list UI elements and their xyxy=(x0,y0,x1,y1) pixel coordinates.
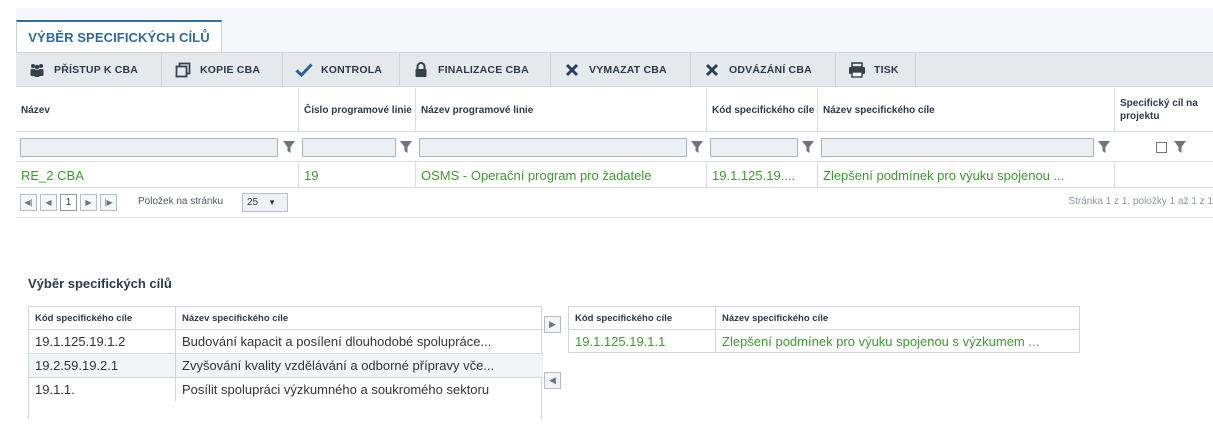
pager: ◀​| ◀ 1 ▶ |▶ Položek na stránku 25 ▼ Str… xyxy=(16,188,1213,218)
pager-info: Stránka 1 z 1, položky 1 až 1 z 1 xyxy=(1068,196,1213,207)
filter-nazev-cile-input[interactable] xyxy=(821,138,1094,157)
available-cell-kod[interactable]: 19.1.1. xyxy=(29,378,175,401)
lock-icon xyxy=(412,61,430,79)
column-header-na-projektu[interactable]: Specifický cíl na projektu xyxy=(1114,88,1213,132)
tab-label: VÝBĚR SPECIFICKÝCH CÍLŮ xyxy=(28,29,210,45)
filter-cislo-input[interactable] xyxy=(302,138,396,157)
kopie-cba-button[interactable]: KOPIE CBA xyxy=(162,53,283,87)
filter-funnel-icon[interactable] xyxy=(1098,140,1110,154)
grid-header: Název Číslo programové linie Název progr… xyxy=(16,88,1213,132)
available-goals-table: Kód specifického cíle Název specifického… xyxy=(28,306,543,419)
available-header-nazev[interactable]: Název specifického cíle xyxy=(175,307,543,329)
cell-kod[interactable]: 19.1.125.19.... xyxy=(706,162,817,188)
finalizace-cba-label: FINALIZACE CBA xyxy=(438,64,529,76)
next-page-icon[interactable]: ▶ xyxy=(80,194,97,211)
pristup-k-cba-label: PŘÍSTUP K CBA xyxy=(54,64,139,76)
cell-na-projektu xyxy=(1114,162,1213,188)
per-page-select[interactable]: 25 ▼ xyxy=(242,193,288,212)
cell-cislo[interactable]: 19 xyxy=(298,162,415,188)
cell-nazev[interactable]: RE_2 CBA xyxy=(16,162,298,188)
available-cell-kod[interactable]: 19.1.125.19.1.2 xyxy=(29,330,175,353)
filter-checkbox[interactable] xyxy=(1156,142,1167,153)
filter-nazev-input[interactable] xyxy=(20,138,278,157)
cell-nazev-cile[interactable]: Zlepšení podmínek pro výuku spojenou ... xyxy=(817,162,1114,188)
table-row[interactable]: 19.1.125.19.1.1 Zlepšení podmínek pro vý… xyxy=(569,329,1079,353)
kontrola-label: KONTROLA xyxy=(321,64,383,76)
available-cell-nazev[interactable]: Zvyšování kvality vzdělávání a odborné p… xyxy=(175,354,543,377)
cell-nazev-linie[interactable]: OSMS - Operační program pro žadatele xyxy=(415,162,706,188)
unlink-icon xyxy=(703,61,721,79)
chevron-down-icon: ▼ xyxy=(268,198,277,207)
table-row[interactable]: RE_2 CBA 19 OSMS - Operační program pro … xyxy=(16,162,1213,188)
toolbar: PŘÍSTUP K CBA KOPIE CBA KONTROLA FINALIZ… xyxy=(16,53,1213,87)
first-page-icon[interactable]: ◀​| xyxy=(20,194,37,211)
table-row[interactable]: 19.1.1. Posílit spolupráci výzkumného a … xyxy=(29,377,543,401)
filter-nazev-linie-input[interactable] xyxy=(419,138,687,157)
selected-header-nazev[interactable]: Název specifického cíle xyxy=(715,307,1081,329)
pristup-k-cba-button[interactable]: PŘÍSTUP K CBA xyxy=(16,53,162,87)
kopie-cba-label: KOPIE CBA xyxy=(200,64,261,76)
filter-funnel-icon[interactable] xyxy=(283,140,295,154)
kontrola-button[interactable]: KONTROLA xyxy=(283,53,400,87)
move-left-icon[interactable]: ◀ xyxy=(544,372,561,389)
people-icon xyxy=(28,61,46,79)
filter-nazev-cile xyxy=(821,138,1112,157)
filter-cislo xyxy=(302,138,414,157)
table-row[interactable]: 19.2.59.19.2.1 Zvyšování kvality vzděláv… xyxy=(29,353,543,377)
check-icon xyxy=(295,61,313,79)
tisk-button[interactable]: TISK xyxy=(836,53,916,87)
vymazat-cba-button[interactable]: VYMAZAT CBA xyxy=(551,53,691,87)
available-cell-nazev[interactable]: Budování kapacit a posílení dlouhodobé s… xyxy=(175,330,543,353)
finalizace-cba-button[interactable]: FINALIZACE CBA xyxy=(400,53,551,87)
column-header-nazev[interactable]: Název xyxy=(16,88,298,132)
available-cell-kod[interactable]: 19.2.59.19.2.1 xyxy=(29,354,175,377)
column-header-cislo-linie[interactable]: Číslo programové linie xyxy=(298,88,415,132)
filter-funnel-icon[interactable] xyxy=(400,140,412,154)
last-page-icon[interactable]: |▶ xyxy=(100,194,117,211)
vymazat-cba-label: VYMAZAT CBA xyxy=(589,64,667,76)
print-icon xyxy=(848,61,866,79)
odvazani-cba-button[interactable]: ODVÁZÁNÍ CBA xyxy=(691,53,836,87)
copy-icon xyxy=(174,61,192,79)
column-header-kod-cile[interactable]: Kód specifického cíle xyxy=(706,88,817,132)
tab-vyber-specifickych-cilu[interactable]: VÝBĚR SPECIFICKÝCH CÍLŮ xyxy=(16,20,222,52)
selected-goals-table: Kód specifického cíle Název specifického… xyxy=(568,306,1080,353)
selected-cell-nazev[interactable]: Zlepšení podmínek pro výuku spojenou s v… xyxy=(715,330,1079,353)
filter-nazev xyxy=(20,138,296,157)
current-page[interactable]: 1 xyxy=(60,194,77,211)
column-header-nazev-cile[interactable]: Název specifického cíle xyxy=(817,88,1114,132)
column-header-nazev-linie[interactable]: Název programové linie xyxy=(415,88,706,132)
filter-kod xyxy=(710,138,816,157)
delete-icon xyxy=(563,61,581,79)
filter-funnel-icon[interactable] xyxy=(802,140,814,154)
available-header-kod[interactable]: Kód specifického cíle xyxy=(29,307,175,329)
available-cell-nazev[interactable]: Posílit spolupráci výzkumného a soukromé… xyxy=(175,378,543,401)
selected-cell-kod[interactable]: 19.1.125.19.1.1 xyxy=(569,330,715,353)
per-page-value: 25 xyxy=(247,197,259,208)
page: VÝBĚR SPECIFICKÝCH CÍLŮ PŘÍSTUP K CBA KO… xyxy=(16,8,1213,426)
filter-funnel-icon[interactable] xyxy=(691,140,703,154)
section-title: Výběr specifických cílů xyxy=(28,276,172,291)
per-page-label: Položek na stránku xyxy=(138,196,224,207)
selected-header-kod[interactable]: Kód specifického cíle xyxy=(569,307,715,329)
table-row[interactable]: 19.1.125.19.1.2 Budování kapacit a posíl… xyxy=(29,329,543,353)
filter-funnel-icon[interactable] xyxy=(1174,140,1186,154)
filter-na-projektu xyxy=(1156,138,1196,157)
filter-row xyxy=(16,132,1213,162)
filter-kod-input[interactable] xyxy=(710,138,798,157)
prev-page-icon[interactable]: ◀ xyxy=(40,194,57,211)
odvazani-cba-label: ODVÁZÁNÍ CBA xyxy=(729,64,812,76)
tisk-label: TISK xyxy=(874,64,899,76)
filter-nazev-linie xyxy=(419,138,705,157)
move-right-icon[interactable]: ▶ xyxy=(544,316,561,333)
